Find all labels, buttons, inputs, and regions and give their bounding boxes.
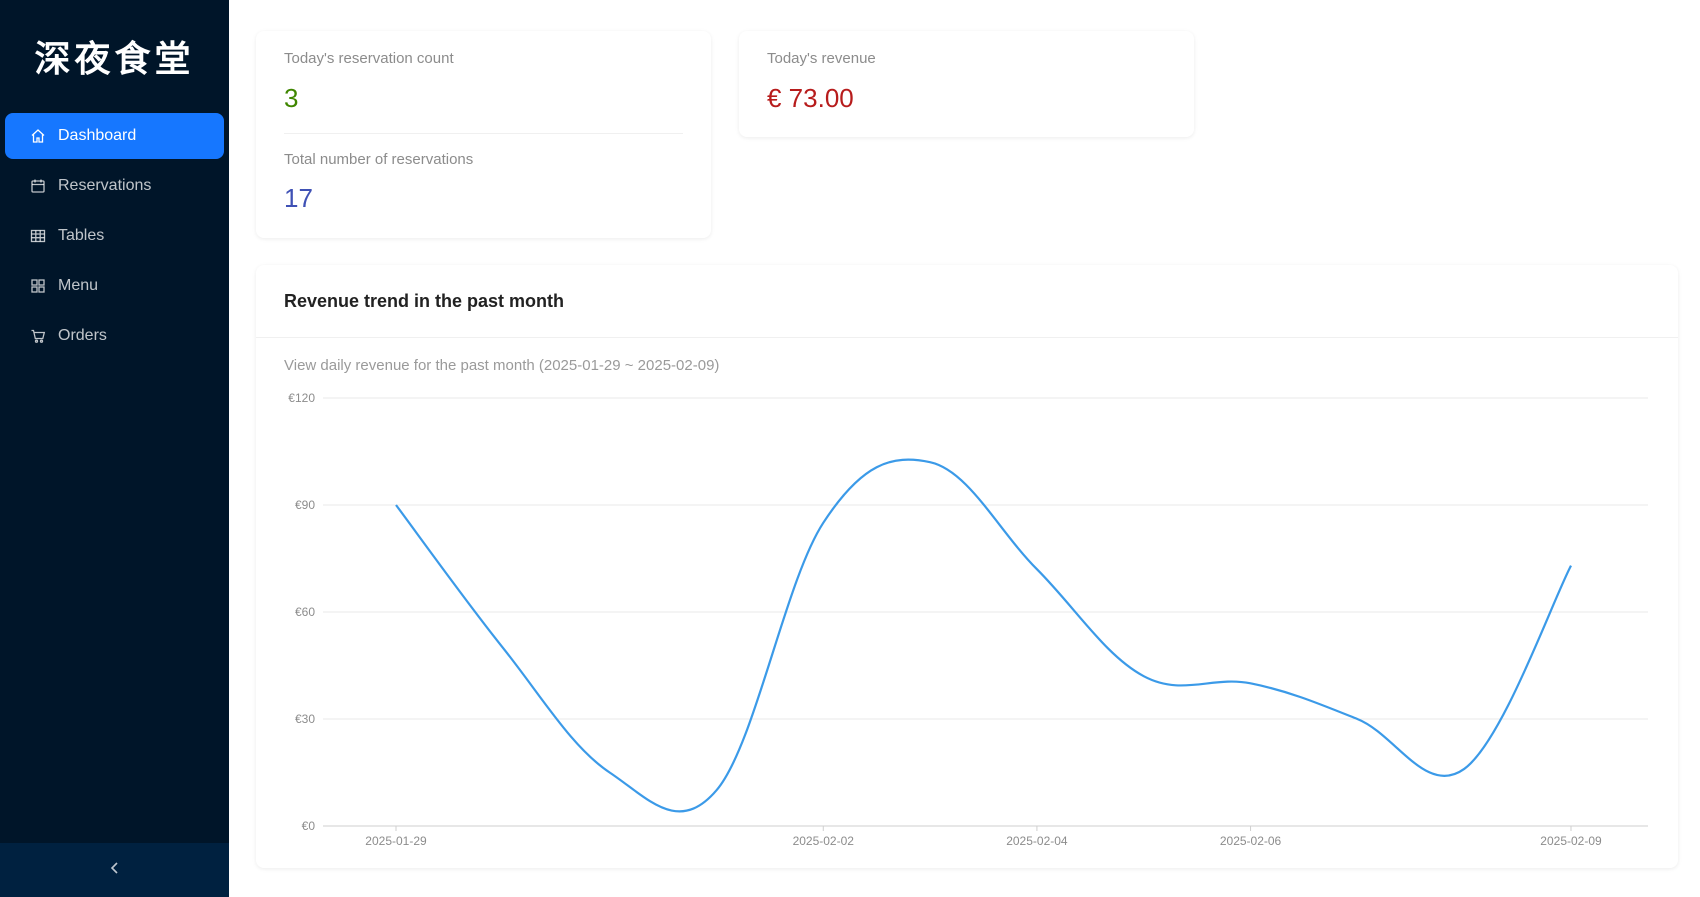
total-reservations-value: 17 xyxy=(284,183,313,213)
x-tick-label: 2025-02-09 xyxy=(1540,834,1602,848)
x-tick-label: 2025-01-29 xyxy=(365,834,427,848)
y-tick-label: €90 xyxy=(295,498,315,512)
chevron-left-icon xyxy=(108,861,122,880)
revenue-stats-card: Today's revenue € 73.00 xyxy=(739,31,1194,137)
x-tick-label: 2025-02-04 xyxy=(1006,834,1068,848)
sidebar-item-reservations[interactable]: Reservations xyxy=(5,163,224,209)
today-revenue-label: Today's revenue xyxy=(767,50,876,67)
home-icon xyxy=(30,128,46,144)
x-tick-label: 2025-02-06 xyxy=(1220,834,1282,848)
cart-icon xyxy=(30,328,46,344)
sidebar-item-label: Menu xyxy=(58,277,99,294)
sidebar-nav: Dashboard Reservations Tables Menu Order… xyxy=(0,113,229,363)
y-tick-label: €30 xyxy=(295,712,315,726)
sidebar-collapse-button[interactable] xyxy=(0,843,229,897)
app-logo: 深夜食堂 xyxy=(34,38,195,80)
sidebar-item-label: Dashboard xyxy=(58,127,137,144)
sidebar-item-menu[interactable]: Menu xyxy=(5,263,224,309)
sidebar-item-label: Orders xyxy=(58,327,107,344)
divider xyxy=(284,133,683,134)
sidebar: 深夜食堂 Dashboard Reservations Tables Menu xyxy=(0,0,229,897)
today-count-label: Today's reservation count xyxy=(284,50,454,67)
sidebar-item-dashboard[interactable]: Dashboard xyxy=(5,113,224,159)
reservations-stats-card: Today's reservation count 3 Total number… xyxy=(256,31,711,238)
sidebar-item-label: Reservations xyxy=(58,177,152,194)
today-count-value: 3 xyxy=(284,83,299,113)
y-tick-label: €0 xyxy=(302,819,316,833)
calendar-icon xyxy=(30,178,46,194)
y-tick-label: €120 xyxy=(288,391,315,405)
sidebar-item-tables[interactable]: Tables xyxy=(5,213,224,259)
total-reservations-label: Total number of reservations xyxy=(284,151,474,168)
revenue-trend-card: Revenue trend in the past month View dai… xyxy=(256,265,1678,868)
x-tick-label: 2025-02-02 xyxy=(793,834,855,848)
sidebar-item-label: Tables xyxy=(58,227,105,244)
revenue-series-line xyxy=(395,458,1572,813)
table-icon xyxy=(30,228,46,244)
sidebar-item-orders[interactable]: Orders xyxy=(5,313,224,359)
y-tick-label: €60 xyxy=(295,605,315,619)
revenue-line-chart: €0 €30 €60 €90 €120 2025-01-29 2025-02-02 2025-… xyxy=(288,391,1648,848)
appstore-icon xyxy=(30,278,46,294)
today-revenue-value: € 73.00 xyxy=(767,83,854,113)
